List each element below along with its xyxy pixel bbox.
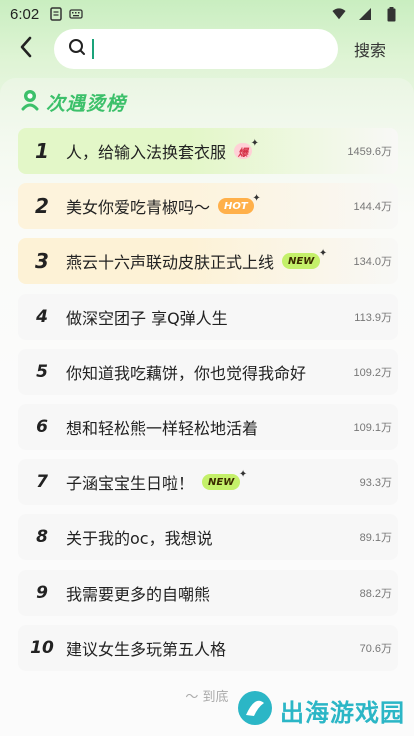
rank-count: 109.1万: [353, 422, 392, 434]
chevron-left-icon: [19, 36, 33, 62]
watermark: 出海游戏园: [236, 690, 405, 730]
rank-number: 4: [36, 306, 48, 327]
rank-count: 134.0万: [353, 256, 392, 269]
battery-icon: [384, 6, 398, 21]
hot-list-title: 次遇烫榜: [46, 92, 127, 115]
rank-number: 9: [36, 582, 48, 603]
sparkle-icon: ✦: [318, 248, 328, 260]
status-bar: 6:02: [0, 0, 414, 28]
hot-list-item[interactable]: 7 子涵宝宝生日啦！ NEW ✦ 93.3万: [18, 459, 398, 506]
rank-count: 109.2万: [353, 366, 392, 379]
rank-count: 1459.6万: [347, 146, 392, 158]
rank-count: 88.2万: [359, 587, 392, 600]
hot-list-item[interactable]: 2 美女你爱吃青椒吗～ HOT ✦ 144.4万: [18, 183, 398, 230]
hot-list-item[interactable]: 4 做深空团子 享Q弹人生 113.9万: [18, 293, 398, 340]
rank-badge-label: HOT: [224, 200, 248, 212]
rank-count: 89.1万: [359, 532, 392, 545]
rank-title: 想和轻松熊一样轻松地活着: [66, 419, 259, 438]
hot-list-item[interactable]: 9 我需要更多的自嘲熊 88.2万: [18, 569, 398, 616]
search-icon: [68, 38, 86, 60]
rank-badge: NEW ✦: [202, 469, 247, 491]
search-button[interactable]: 搜索: [354, 37, 386, 61]
search-box[interactable]: [54, 29, 338, 69]
rank-title: 人，给输入法换套衣服: [66, 143, 227, 162]
rank-number: 1: [35, 139, 49, 163]
hot-list-header: 次遇烫榜: [20, 89, 127, 115]
watermark-text: 出海游戏园: [280, 698, 405, 727]
rank-count: 144.4万: [353, 201, 392, 214]
flower-icon: [20, 89, 40, 115]
rank-badge: 爆 ✦: [234, 138, 259, 159]
rank-title: 你知道我吃藕饼，你也觉得我命好: [66, 363, 307, 383]
status-right: [332, 6, 404, 21]
rank-badge: HOT ✦: [218, 193, 261, 215]
rank-title: 燕云十六声联动皮肤正式上线: [66, 253, 275, 273]
rank-number: 10: [30, 637, 54, 658]
search-input[interactable]: [100, 34, 338, 64]
text-cursor: [92, 39, 94, 59]
rank-title: 关于我的oc，我想说: [66, 529, 213, 549]
sparkle-icon: ✦: [238, 469, 248, 481]
rank-title: 我需要更多的自嘲熊: [66, 584, 211, 604]
rank-badge: NEW ✦: [282, 248, 327, 270]
back-button[interactable]: [6, 29, 46, 69]
sparkle-icon: ✦: [250, 138, 260, 149]
rank-badge-label: NEW: [208, 476, 235, 488]
sparkle-icon: ✦: [252, 193, 261, 205]
rank-number: 5: [36, 361, 48, 382]
rank-badge-label: NEW: [288, 255, 315, 267]
rank-badge-label: 爆: [238, 147, 249, 159]
rank-title: 子涵宝宝生日啦！: [66, 474, 195, 494]
rank-number: 2: [35, 194, 49, 219]
hot-list-item[interactable]: 8 关于我的oc，我想说 89.1万: [18, 514, 398, 561]
rank-number: 6: [36, 417, 48, 437]
rank-number: 7: [36, 472, 48, 493]
rank-title: 建议女生多玩第五人格: [66, 639, 227, 659]
rank-count: 93.3万: [359, 477, 392, 490]
keyboard-icon: [69, 7, 83, 21]
rank-number: 8: [36, 527, 48, 548]
hot-list-item[interactable]: 3 燕云十六声联动皮肤正式上线 NEW ✦ 134.0万: [18, 238, 398, 285]
wifi-icon: [332, 7, 346, 21]
top-bar: 搜索: [0, 28, 414, 70]
rank-title: 做深空团子 享Q弹人生: [66, 308, 228, 328]
rank-count: 70.6万: [359, 642, 392, 655]
hot-list-panel: 次遇烫榜 1 人，给输入法换套衣服爆 ✦ 1459.6万 2 美女你爱吃青椒吗～ HOT ✦ 1…: [0, 78, 414, 736]
hot-list-item[interactable]: 10 建议女生多玩第五人格 70.6万: [18, 624, 398, 671]
hot-list-item[interactable]: 6 想和轻松熊一样轻松地活着 109.1万: [18, 404, 398, 450]
hot-list-item[interactable]: 5 你知道我吃藕饼，你也觉得我命好 109.2万: [18, 348, 398, 395]
rank-title: 美女你爱吃青椒吗～: [66, 198, 211, 218]
status-time: 6:02: [10, 5, 40, 23]
signal-icon: [358, 7, 372, 21]
rank-count: 113.9万: [354, 311, 392, 324]
document-icon: [49, 7, 63, 21]
rank-number: 3: [35, 249, 49, 274]
watermark-logo: [236, 689, 274, 731]
hot-list-item[interactable]: 1 人，给输入法换套衣服爆 ✦ 1459.6万: [18, 128, 398, 174]
